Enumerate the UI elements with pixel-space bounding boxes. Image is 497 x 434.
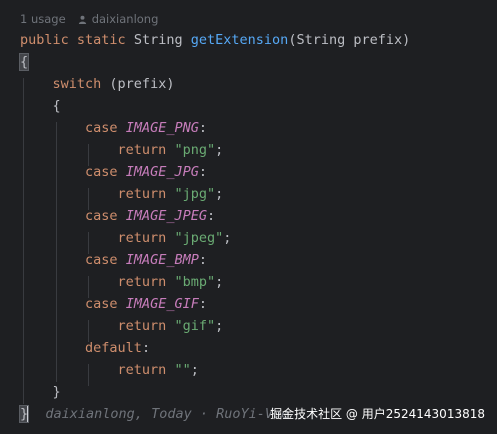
person-icon [78,15,86,24]
code-line-return: return "png"; [117,142,224,158]
author-hint[interactable]: daixianlong [78,12,159,26]
code-line-open-brace: { [18,51,30,73]
usages-hint[interactable]: 1 usage [20,12,66,26]
code-line-return: return ""; [117,362,199,378]
code-line-case: case IMAGE_PNG: [85,120,207,136]
watermark: 掘金技术社区 @ 用户2524143013818 [270,407,485,421]
code-line-return: return "gif"; [117,318,224,334]
code-line-close-brace: } daixianlong, Today · RuoYi-Vue [18,403,289,425]
code-line-case: case IMAGE_GIF: [85,296,207,312]
code-line-switch-open: { [52,98,61,114]
code-line-signature: public static String getExtension(String… [20,32,411,48]
code-line-switch: switch (prefix) [52,76,175,92]
code-line-switch-close: } [52,384,61,400]
code-line-case: case IMAGE_JPEG: [85,208,216,224]
code-line-case: case IMAGE_JPG: [85,164,207,180]
code-line-return: return "bmp"; [117,274,224,290]
code-vision-hint: 1 usage daixianlong [20,10,158,28]
author-name: daixianlong [91,12,159,26]
text-caret [27,406,30,422]
code-line-return: return "jpg"; [117,186,224,202]
code-line-return: return "jpeg"; [117,230,232,246]
matched-open-brace: { [18,53,30,71]
method-name[interactable]: getExtension [191,32,289,48]
code-line-case: case IMAGE_BMP: [85,252,207,268]
code-line-default: default: [85,340,151,356]
code-editor[interactable]: 1 usage daixianlong public static String… [0,0,497,434]
inline-blame[interactable]: daixianlong, Today · RuoYi-Vue [45,406,289,422]
